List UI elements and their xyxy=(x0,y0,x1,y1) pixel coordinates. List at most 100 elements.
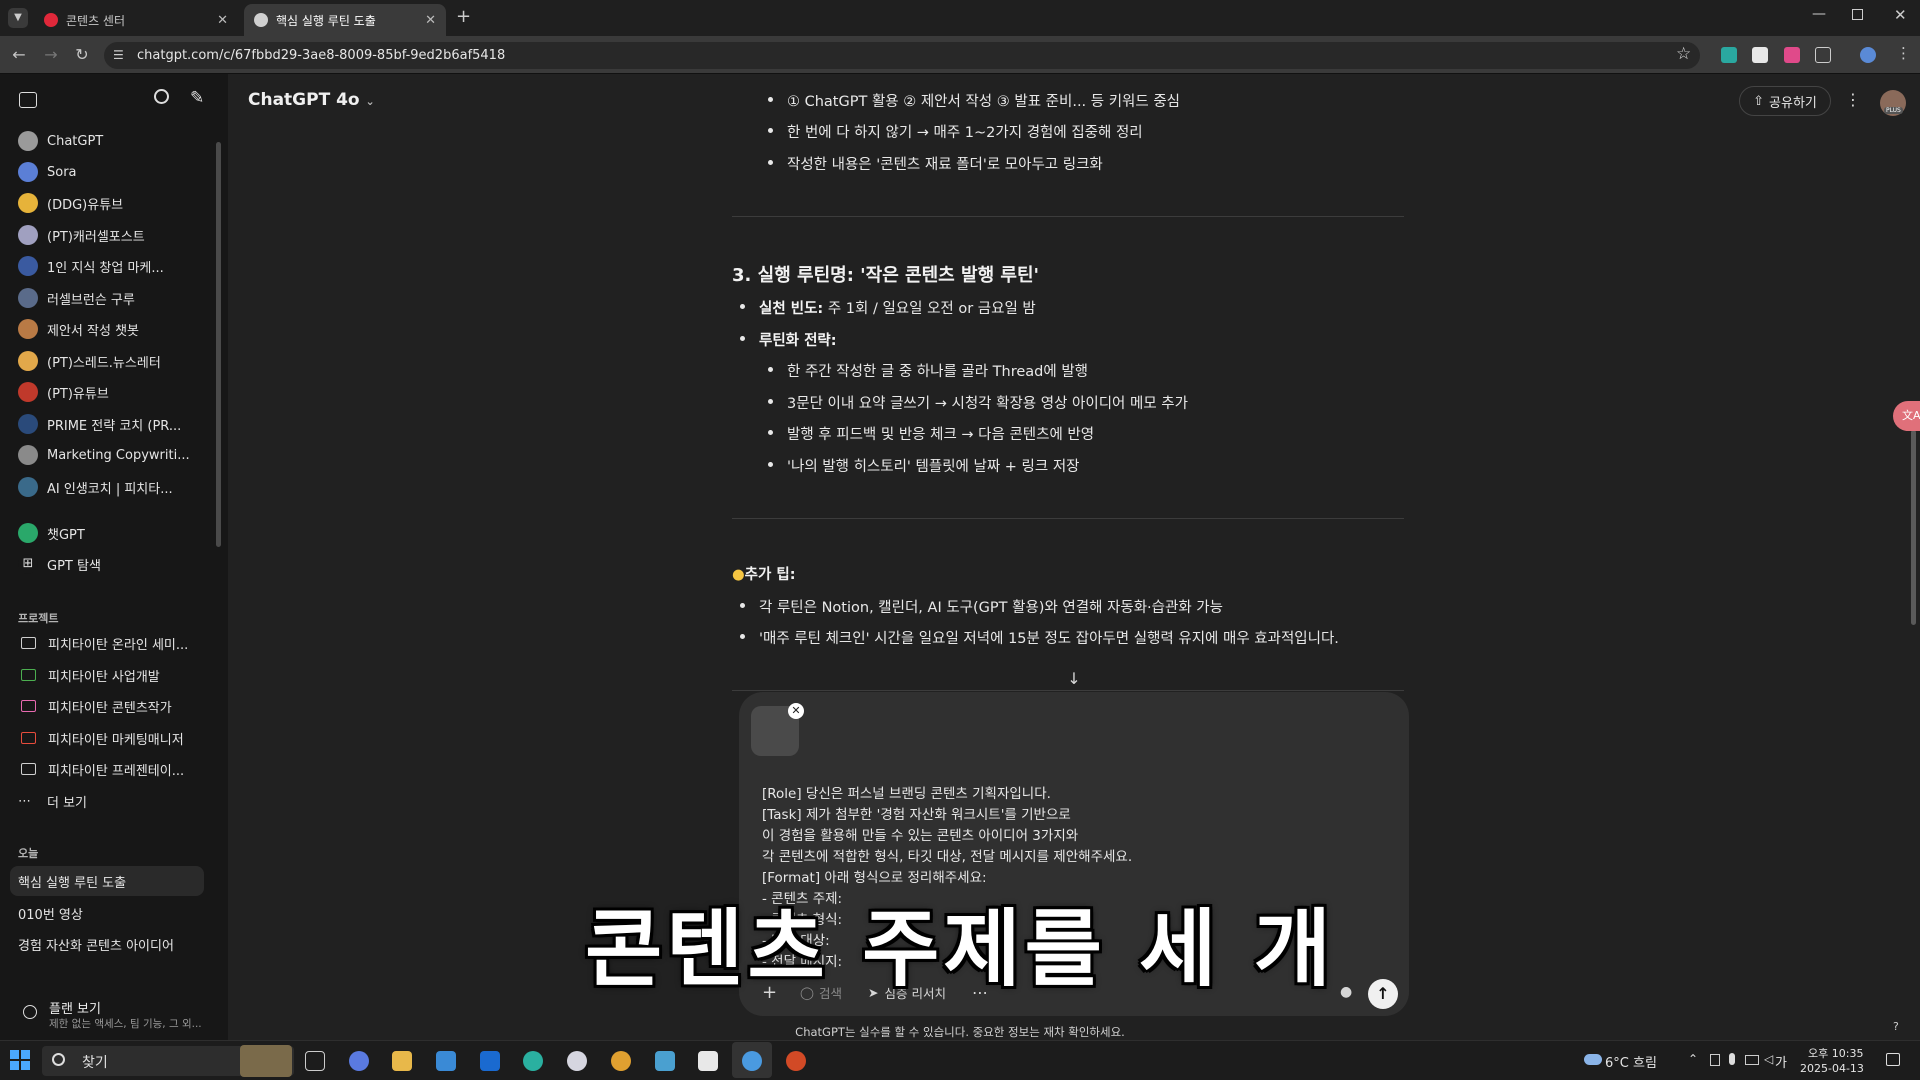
app-icon[interactable] xyxy=(655,1051,675,1071)
new-tab-icon[interactable]: + xyxy=(456,6,471,27)
scroll-to-bottom-icon[interactable]: ↓ xyxy=(1061,666,1087,692)
extensions-puzzle-icon[interactable] xyxy=(1815,47,1831,63)
gpt-avatar-icon xyxy=(18,193,38,213)
list-item: ① ChatGPT 활용 ② 제안서 작성 ③ 발표 준비... 등 키워드 중… xyxy=(767,90,1180,111)
list-item: '나의 발행 히스토리' 템플릿에 날짜 + 링크 저장 xyxy=(768,455,1080,476)
chevron-down-icon: ⌄ xyxy=(365,95,375,108)
task-view-icon[interactable] xyxy=(305,1051,325,1071)
reload-icon[interactable]: ↻ xyxy=(71,44,93,66)
clock-time[interactable]: 오후 10:35 xyxy=(1808,1045,1863,1061)
bookmark-star-icon[interactable]: ☆ xyxy=(1676,44,1691,64)
notification-icon[interactable] xyxy=(1886,1053,1900,1066)
remove-attachment-icon[interactable]: ✕ xyxy=(788,703,804,719)
sidebar-item-gpt-10[interactable]: Marketing Copywriti... xyxy=(18,444,190,466)
taskbar-search-text: 찾기 xyxy=(82,1055,108,1071)
extension-icon-2[interactable] xyxy=(1752,47,1768,63)
today-label: 오늘 xyxy=(18,847,39,860)
outlook-icon[interactable] xyxy=(480,1051,500,1071)
chrome-icon[interactable] xyxy=(611,1051,631,1071)
volume-icon[interactable]: ◁ xyxy=(1764,1052,1773,1066)
store-icon[interactable] xyxy=(436,1051,456,1071)
gpt-avatar-icon xyxy=(18,523,38,543)
minimize-icon[interactable]: — xyxy=(1812,6,1826,22)
sidebar-item-gpt-5[interactable]: 러셀브런슨 구루 xyxy=(18,287,135,309)
tab-favicon-icon xyxy=(44,13,58,27)
sidebar-project-2[interactable]: 피치타이탄 콘텐츠작가 xyxy=(18,695,172,717)
sidebar-item-gpt-11[interactable]: AI 인생코치 | 피치타... xyxy=(18,476,173,498)
tab-close-icon[interactable]: ✕ xyxy=(217,13,228,28)
capcut-icon[interactable] xyxy=(698,1051,718,1071)
sidebar-project-0[interactable]: 피치타이탄 온라인 세미... xyxy=(18,632,188,654)
sidebar-item-gpt-9[interactable]: PRIME 전략 코치 (PR... xyxy=(18,413,181,435)
sidebar-item-gpt-8[interactable]: (PT)유튜브 xyxy=(18,381,109,403)
copilot-icon[interactable] xyxy=(349,1051,369,1071)
sidebar-project-4[interactable]: 피치타이탄 프레젠테이... xyxy=(18,758,184,780)
conversation-menu-icon[interactable]: ⋮ xyxy=(1845,90,1861,109)
sidebar-item-gpt-6[interactable]: 제안서 작성 챗봇 xyxy=(18,318,139,340)
browser-tab-content-center[interactable]: 콘텐츠 센터 ✕ xyxy=(34,4,238,36)
music-app-icon[interactable] xyxy=(567,1051,587,1071)
new-chat-icon[interactable]: ✎ xyxy=(190,88,204,108)
sidebar-item-gpt-7[interactable]: (PT)스레드.뉴스레터 xyxy=(18,350,161,372)
gpt-avatar-icon xyxy=(18,319,38,339)
browser-tab-active[interactable]: 핵심 실행 루틴 도출 ✕ xyxy=(244,4,446,36)
sidebar-item-gpt-1[interactable]: Sora xyxy=(18,161,77,183)
toggle-sidebar-icon[interactable] xyxy=(19,92,37,108)
profile-icon[interactable] xyxy=(1860,47,1876,63)
sidebar-project-1[interactable]: 피치타이탄 사업개발 xyxy=(18,664,160,686)
plus-badge: PLUS xyxy=(1884,107,1903,114)
divider xyxy=(732,518,1404,519)
search-chats-icon[interactable] xyxy=(154,89,169,104)
sidebar-item-gpt-0[interactable]: ChatGPT xyxy=(18,130,103,152)
divider xyxy=(732,216,1404,217)
tab-close-icon[interactable]: ✕ xyxy=(425,13,436,28)
list-item-strategy: 루틴화 전략: xyxy=(740,329,837,350)
browser-menu-icon[interactable]: ⋮ xyxy=(1896,44,1911,62)
edge-icon[interactable] xyxy=(523,1051,543,1071)
prompt-line: 각 콘텐츠에 적합한 형식, 타깃 대상, 전달 메시지를 제안해주세요. xyxy=(762,849,1133,865)
extension-icon-1[interactable] xyxy=(1721,47,1737,63)
cloud-weather-icon xyxy=(1584,1054,1602,1065)
restore-icon[interactable] xyxy=(1852,9,1863,20)
extension-icon-3[interactable] xyxy=(1784,47,1800,63)
sidebar-item-gpt-2[interactable]: (DDG)유튜브 xyxy=(18,192,123,214)
sidebar-project-3[interactable]: 피치타이탄 마케팅매니저 xyxy=(18,727,184,749)
clock-date[interactable]: 2025-04-13 xyxy=(1800,1062,1864,1075)
tray-icon[interactable] xyxy=(1710,1054,1720,1066)
sidebar-item-gpt-4[interactable]: 1인 지식 창업 마케... xyxy=(18,255,164,277)
sidebar-item-gpt-12[interactable]: 챗GPT xyxy=(18,522,85,544)
url-text: chatgpt.com/c/67fbbd29-3ae8-8009-85bf-9e… xyxy=(137,48,506,63)
gpt-avatar-icon xyxy=(18,288,38,308)
tab-list-dropdown-icon[interactable]: ▼ xyxy=(8,8,28,28)
microphone-tray-icon[interactable] xyxy=(1729,1053,1735,1065)
powerpoint-icon[interactable] xyxy=(786,1051,806,1071)
weather-text[interactable]: 6°C 흐림 xyxy=(1605,1052,1657,1071)
tray-chevron-icon[interactable]: ⌃ xyxy=(1688,1052,1698,1066)
network-icon[interactable] xyxy=(1745,1055,1759,1065)
search-highlight-image xyxy=(240,1045,292,1077)
sidebar-item-explore-gpts[interactable]: ⊞ GPT 탐색 xyxy=(18,553,101,575)
disclaimer-text: ChatGPT는 실수를 할 수 있습니다. 중요한 정보는 재차 확인하세요. xyxy=(795,1025,1125,1039)
sidebar-scrollbar[interactable] xyxy=(216,142,221,547)
forward-icon[interactable]: → xyxy=(40,44,62,66)
folder-icon xyxy=(21,669,36,681)
window-close-icon[interactable]: ✕ xyxy=(1894,6,1907,24)
gpt-avatar-icon xyxy=(18,382,38,402)
chrome-active-icon[interactable] xyxy=(742,1051,762,1071)
windows-start-icon[interactable] xyxy=(10,1050,30,1070)
file-explorer-icon[interactable] xyxy=(392,1051,412,1071)
translate-extension-icon[interactable]: 文A xyxy=(1893,401,1920,431)
site-info-icon[interactable]: ☰ xyxy=(113,48,124,62)
help-icon[interactable]: ? xyxy=(1893,1020,1899,1033)
prompt-line: [Role] 당신은 퍼스널 브랜딩 콘텐츠 기획자입니다. xyxy=(762,786,1051,802)
model-selector[interactable]: ChatGPT 4o ⌄ xyxy=(248,90,375,110)
list-item: 각 루틴은 Notion, 캘린더, AI 도구(GPT 활용)와 연결해 자동… xyxy=(740,596,1223,617)
input-language-indicator[interactable]: 가 xyxy=(1775,1052,1787,1071)
sidebar-item-gpt-3[interactable]: (PT)캐러셀포스트 xyxy=(18,224,145,246)
explore-grid-icon: ⊞ xyxy=(18,554,38,574)
share-button[interactable]: ⇧ 공유하기 xyxy=(1739,86,1831,116)
sidebar-more[interactable]: ⋯ 더 보기 xyxy=(18,790,87,812)
back-icon[interactable]: ← xyxy=(8,44,30,66)
main-scrollbar[interactable] xyxy=(1911,430,1916,625)
section-heading: 3. 실행 루틴명: '작은 콘텐츠 발행 루틴' xyxy=(732,265,1040,286)
